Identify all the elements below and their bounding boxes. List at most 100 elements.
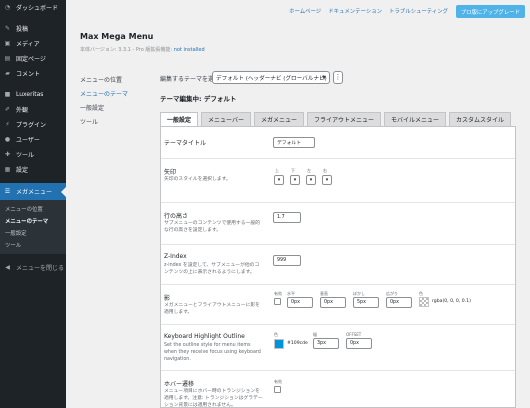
arrow-description: 矢印のスタイルを選択します。 xyxy=(164,177,231,182)
arrow-left-select[interactable]: ▾ xyxy=(306,175,316,185)
shadow-label: 影 xyxy=(164,295,171,302)
row-arrow: 矢印 矢印のスタイルを選択します。 上 下 左 右 ▾ ▾ ▾ ▾ xyxy=(161,159,515,203)
sidebar-item-pages[interactable]: ▤ 固定ページ xyxy=(0,51,66,66)
submenu-item-general[interactable]: 一般設定 xyxy=(0,227,66,239)
sidebar-item-users[interactable]: ● ユーザー xyxy=(0,132,66,147)
sidebar-item-label: 固定ページ xyxy=(16,56,46,63)
row-theme-title: テーマタイトル デフォルト xyxy=(161,127,515,159)
submenu-item-locations[interactable]: メニューの位置 xyxy=(0,203,66,215)
line-height-input[interactable]: 1.7 xyxy=(273,212,301,223)
plugin-icon: ⚡ xyxy=(5,121,10,128)
chevron-down-icon: ▼ xyxy=(322,75,326,81)
shadow-enabled-label: 有効 xyxy=(274,291,282,296)
sidebar-item-label: Luxeritas xyxy=(16,91,44,98)
sidebar-item-label: 外観 xyxy=(16,107,29,114)
shadow-color-swatch[interactable] xyxy=(419,297,429,307)
arrow-right-select[interactable]: ▾ xyxy=(322,175,332,185)
line-height-description: サブメニューのコンテンツで使用する一般的な行の高さを設定します。 xyxy=(164,221,260,233)
dashboard-icon: ◔ xyxy=(4,4,11,11)
megamenu-icon: ☰ xyxy=(4,188,11,195)
luxeritas-icon: ■ xyxy=(4,91,11,98)
documentation-link[interactable]: ドキュメンテーション xyxy=(328,7,382,15)
highlight-width-input[interactable]: 3px xyxy=(313,338,339,349)
sidebar-item-label: 設定 xyxy=(16,167,29,174)
sidebar-item-megamenu[interactable]: ☰ メガメニュー xyxy=(0,183,66,200)
settings-panel: テーマタイトル デフォルト 矢印 矢印のスタイルを選択します。 上 下 左 右 … xyxy=(160,126,516,408)
theme-title-label: テーマタイトル xyxy=(164,140,207,147)
shadow-blur-input[interactable]: 5px xyxy=(353,297,379,308)
nav-menu-locations[interactable]: メニューの位置 xyxy=(80,72,128,86)
arrow-down-select[interactable]: ▾ xyxy=(290,175,300,185)
sidebar-item-tools[interactable]: ✚ ツール xyxy=(0,147,66,162)
sidebar-item-label: ユーザー xyxy=(16,137,40,144)
highlight-color-value: #109cde xyxy=(287,341,308,346)
highlight-offset-label: OFFSET xyxy=(346,332,362,337)
row-line-height: 行の高さ サブメニューのコンテンツで使用する一般的な行の高さを設定します。 1.… xyxy=(161,203,515,245)
theme-title-input[interactable]: デフォルト xyxy=(273,137,315,148)
wrench-icon: ✚ xyxy=(4,151,11,158)
brush-icon: ✐ xyxy=(4,106,11,113)
tab-mobile-menu[interactable]: モバイルメニュー xyxy=(384,112,447,126)
arrow-down-label: 下 xyxy=(291,168,295,173)
sidebar-item-label: ツール xyxy=(16,152,35,159)
shadow-horizontal-input[interactable]: 0px xyxy=(287,297,313,308)
media-icon: ▣ xyxy=(4,40,11,47)
sidebar-item-label: メガメニュー xyxy=(16,189,53,196)
nav-menu-themes[interactable]: メニューのテーマ xyxy=(80,86,128,100)
troubleshooting-link[interactable]: トラブルシューティング xyxy=(389,7,448,15)
highlight-color-swatch[interactable] xyxy=(274,339,284,349)
nav-general-settings[interactable]: 一般設定 xyxy=(80,100,128,114)
sidebar-item-label: 投稿 xyxy=(16,26,29,33)
license-status: not installed xyxy=(173,47,205,53)
submenu-item-themes[interactable]: メニューのテーマ xyxy=(0,215,66,227)
pin-icon: ✎ xyxy=(4,25,11,32)
settings-tabs: 一般設定 メニューバー メガメニュー フライアウトメニュー モバイルメニュー カ… xyxy=(160,112,512,126)
sidebar-item-settings[interactable]: ▦ 設定 xyxy=(0,162,66,177)
sidebar-item-media[interactable]: ▣ メディア xyxy=(0,36,66,51)
theme-actions-button[interactable]: ⋮ xyxy=(333,71,343,84)
highlight-color-label: 色 xyxy=(274,332,278,337)
sidebar-item-plugins[interactable]: ⚡ プラグイン xyxy=(0,117,66,132)
shadow-enabled-checkbox[interactable] xyxy=(274,298,281,305)
tab-mega-menu[interactable]: メガメニュー xyxy=(253,112,304,126)
page-icon: ▤ xyxy=(4,55,11,62)
version-line: 本体バージョン: 3.3.1 - Pro 版拡張機能: not installe… xyxy=(80,46,205,53)
highlight-outline-description: Set the outline style for menu items whe… xyxy=(164,343,261,362)
sidebar-item-label: ダッシュボード xyxy=(16,5,59,12)
tab-flyout-menu[interactable]: フライアウトメニュー xyxy=(306,112,381,126)
nav-tools[interactable]: ツール xyxy=(80,114,128,128)
sidebar-item-posts[interactable]: ✎ 投稿 xyxy=(0,21,66,36)
arrow-left-label: 左 xyxy=(307,168,311,173)
arrow-up-label: 上 xyxy=(275,168,279,173)
arrow-label: 矢印 xyxy=(164,169,177,176)
sidebar-item-luxeritas[interactable]: ■ Luxeritas xyxy=(0,87,66,102)
tab-custom-styles[interactable]: カスタムスタイル xyxy=(449,112,512,126)
sidebar-item-label: プラグイン xyxy=(16,122,47,129)
collapse-icon: ◀ xyxy=(5,264,10,271)
more-vertical-icon: ⋮ xyxy=(334,73,342,81)
hover-enabled-checkbox[interactable] xyxy=(274,386,281,393)
version-text: 本体バージョン: 3.3.1 - Pro 版拡張機能: xyxy=(80,47,174,53)
highlight-offset-input[interactable]: 0px xyxy=(346,338,372,349)
collapse-label: メニューを閉じる xyxy=(16,265,65,272)
shadow-vertical-input[interactable]: 0px xyxy=(320,297,346,308)
submenu-item-tools[interactable]: ツール xyxy=(0,239,66,251)
sidebar-item-comments[interactable]: ▰ コメント xyxy=(0,66,66,81)
sidebar-item-appearance[interactable]: ✐ 外観 xyxy=(0,102,66,117)
arrow-up-select[interactable]: ▾ xyxy=(274,175,284,185)
editing-theme-heading: テーマ編集中: デフォルト xyxy=(160,95,237,103)
homepage-link[interactable]: ホームページ xyxy=(289,7,321,15)
admin-sidebar: ◔ ダッシュボード ✎ 投稿 ▣ メディア ▤ 固定ページ ▰ コメント ■ Luxerit… xyxy=(0,0,66,408)
upgrade-pro-button[interactable]: プロ版にアップグレード xyxy=(455,5,525,18)
user-icon: ● xyxy=(4,136,11,143)
row-hover-transition: ホバー遷移 メニュー項目にホバー時のトランジションを適用します。注意: トランジ… xyxy=(161,371,515,408)
sidebar-item-dashboard[interactable]: ◔ ダッシュボード xyxy=(0,0,66,15)
tab-menu-bar[interactable]: メニューバー xyxy=(201,112,251,126)
tab-general[interactable]: 一般設定 xyxy=(160,112,199,126)
shadow-spread-input[interactable]: 0px xyxy=(386,297,412,308)
theme-select-label: 編集するテーマを選択 xyxy=(160,76,221,83)
z-index-input[interactable]: 999 xyxy=(273,255,301,266)
z-index-description: z-index を設定して、サブメニューが他のコンテンツの上に表示されるようにし… xyxy=(164,263,260,275)
collapse-menu-button[interactable]: ◀ メニューを閉じる xyxy=(0,260,66,275)
theme-select[interactable]: デフォルト (ヘッダーナビ (グローバルナビ) ) ▼ xyxy=(212,71,330,84)
